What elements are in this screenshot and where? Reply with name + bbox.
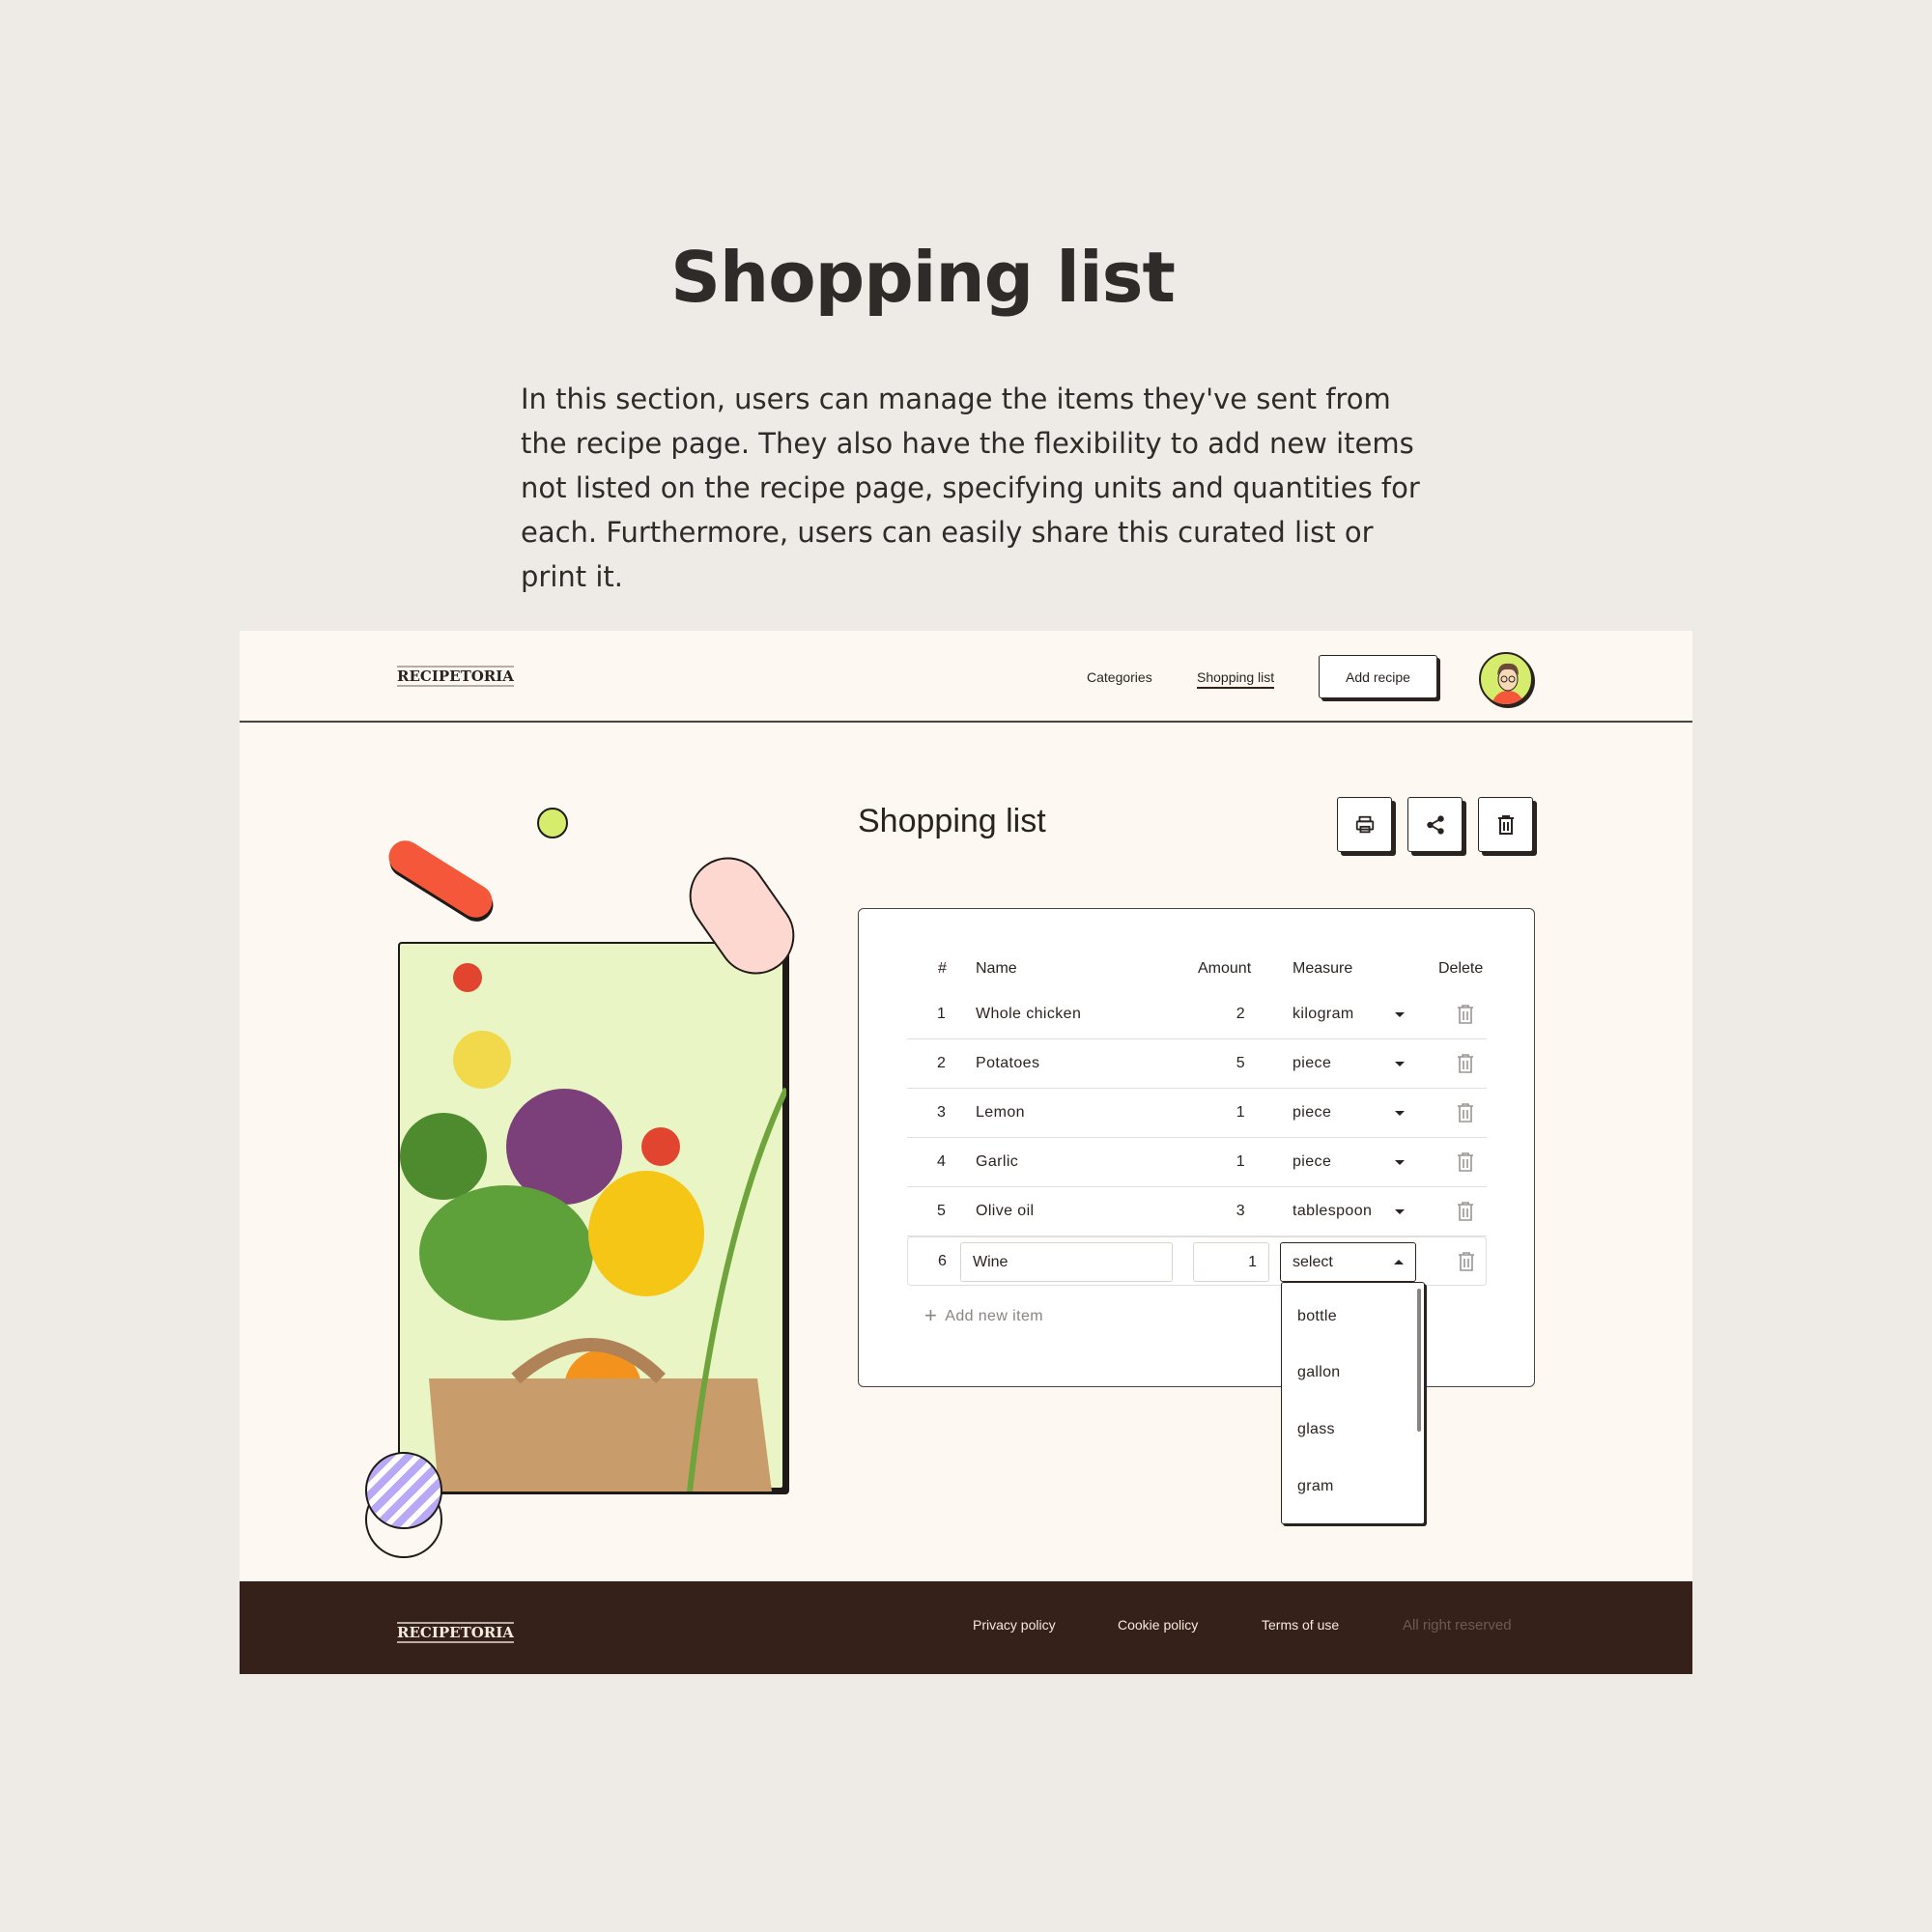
- row-number: 4: [937, 1153, 947, 1170]
- share-button[interactable]: [1407, 797, 1463, 852]
- trash-icon: [1497, 814, 1514, 835]
- col-name: Name: [976, 960, 1017, 977]
- table-row: 1 Whole chicken 2 kilogram: [907, 990, 1487, 1039]
- caret-up-icon: [1394, 1260, 1404, 1264]
- table-row: 3 Lemon 1 piece: [907, 1089, 1487, 1138]
- nav-shopping-list[interactable]: Shopping list: [1197, 669, 1275, 689]
- footer-privacy[interactable]: Privacy policy: [973, 1617, 1056, 1633]
- row-amount: 5: [1236, 1055, 1245, 1071]
- nav-categories[interactable]: Categories: [1087, 669, 1152, 685]
- footer: RECIPETORIA Privacy policy Cookie policy…: [240, 1581, 1692, 1674]
- caret-down-icon[interactable]: [1395, 1111, 1405, 1116]
- intro-title: Shopping list: [670, 237, 1176, 318]
- app-mockup: RECIPETORIA Categories Shopping list Add…: [240, 631, 1692, 1674]
- table-row: 4 Garlic 1 piece: [907, 1138, 1487, 1187]
- col-measure: Measure: [1293, 960, 1353, 977]
- measure-value: select: [1293, 1254, 1333, 1270]
- row-name: Potatoes: [976, 1055, 1040, 1071]
- table-row-editing: 6 Wine 1 select: [907, 1236, 1487, 1286]
- row-name: Olive oil: [976, 1203, 1035, 1219]
- row-amount: 2: [1236, 1006, 1245, 1022]
- option-bottle[interactable]: bottle: [1297, 1308, 1337, 1325]
- col-number: #: [938, 960, 947, 977]
- delete-row-icon[interactable]: [1457, 1202, 1474, 1221]
- shopping-list-table: # Name Amount Measure Delete 1 Whole chi…: [858, 908, 1535, 1387]
- delete-list-button[interactable]: [1478, 797, 1533, 852]
- groceries-illustration: [398, 942, 789, 1492]
- delete-row-icon[interactable]: [1458, 1252, 1475, 1271]
- orange-pill-shape: [383, 834, 498, 924]
- dropdown-scrollbar[interactable]: [1417, 1289, 1421, 1432]
- measure-select[interactable]: select: [1280, 1242, 1416, 1282]
- row-name: Whole chicken: [976, 1006, 1082, 1022]
- page-title: Shopping list: [858, 803, 1046, 839]
- table-row: 2 Potatoes 5 piece: [907, 1039, 1487, 1089]
- name-input[interactable]: Wine: [960, 1242, 1173, 1282]
- add-recipe-button[interactable]: Add recipe: [1319, 655, 1437, 698]
- footer-cookie[interactable]: Cookie policy: [1118, 1617, 1198, 1633]
- table-row: 5 Olive oil 3 tablespoon: [907, 1187, 1487, 1236]
- delete-row-icon[interactable]: [1457, 1152, 1474, 1172]
- row-amount: 1: [1236, 1104, 1245, 1121]
- share-icon: [1426, 814, 1444, 835]
- delete-row-icon[interactable]: [1457, 1103, 1474, 1122]
- row-number: 5: [937, 1203, 947, 1219]
- row-measure[interactable]: piece: [1293, 1055, 1331, 1072]
- footer-logo[interactable]: RECIPETORIA: [397, 1622, 514, 1643]
- row-number: 3: [937, 1104, 947, 1121]
- row-measure[interactable]: kilogram: [1293, 1006, 1354, 1023]
- row-name: Lemon: [976, 1104, 1025, 1121]
- print-button[interactable]: [1337, 797, 1392, 852]
- plus-icon: +: [924, 1303, 938, 1327]
- row-number: 1: [937, 1006, 947, 1022]
- option-gram[interactable]: gram: [1297, 1478, 1334, 1495]
- caret-down-icon[interactable]: [1395, 1012, 1405, 1017]
- logo[interactable]: RECIPETORIA: [397, 666, 514, 687]
- delete-row-icon[interactable]: [1457, 1005, 1474, 1024]
- row-measure[interactable]: piece: [1293, 1104, 1331, 1122]
- row-number: 2: [937, 1055, 947, 1071]
- footer-copyright: All right reserved: [1403, 1617, 1512, 1634]
- row-measure[interactable]: piece: [1293, 1153, 1331, 1171]
- caret-down-icon[interactable]: [1395, 1209, 1405, 1214]
- footer-terms[interactable]: Terms of use: [1262, 1617, 1339, 1633]
- striped-circle-shape: [365, 1452, 442, 1529]
- row-amount: 1: [1236, 1153, 1245, 1170]
- col-amount: Amount: [1198, 960, 1252, 977]
- top-nav: RECIPETORIA Categories Shopping list Add…: [240, 631, 1692, 723]
- row-amount: 3: [1236, 1203, 1245, 1219]
- measure-dropdown: bottle gallon glass gram: [1281, 1282, 1425, 1524]
- row-measure[interactable]: tablespoon: [1293, 1203, 1372, 1220]
- option-glass[interactable]: glass: [1297, 1421, 1335, 1438]
- delete-row-icon[interactable]: [1457, 1054, 1474, 1073]
- add-new-item-label: Add new item: [945, 1308, 1043, 1324]
- add-new-item-button[interactable]: + Add new item: [924, 1303, 1043, 1328]
- row-name: Garlic: [976, 1153, 1019, 1170]
- green-dot-shape: [537, 808, 568, 838]
- option-gallon[interactable]: gallon: [1297, 1364, 1341, 1381]
- col-delete: Delete: [1438, 960, 1484, 977]
- print-icon: [1355, 815, 1374, 833]
- amount-input[interactable]: 1: [1193, 1242, 1269, 1282]
- intro-description: In this section, users can manage the it…: [521, 383, 1420, 593]
- row-number: 6: [938, 1253, 948, 1269]
- avatar[interactable]: [1479, 652, 1533, 706]
- caret-down-icon[interactable]: [1395, 1160, 1405, 1165]
- caret-down-icon[interactable]: [1395, 1062, 1405, 1066]
